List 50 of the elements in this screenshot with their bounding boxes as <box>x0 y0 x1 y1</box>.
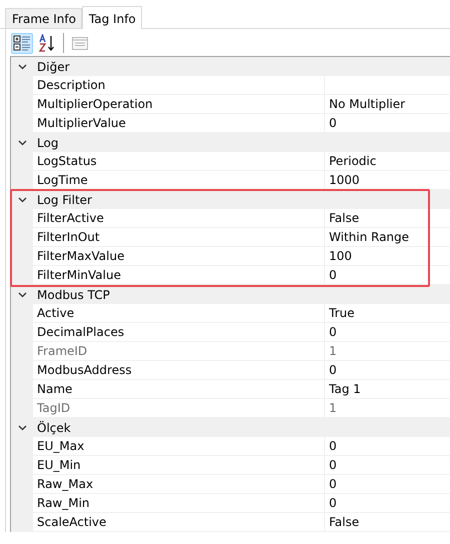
property-value[interactable]: 0 <box>325 114 450 133</box>
category-title: Ölçek <box>36 420 71 434</box>
property-value[interactable]: False <box>325 209 450 228</box>
property-value[interactable]: 0 <box>325 323 450 342</box>
property-value[interactable]: 0 <box>325 475 450 494</box>
property-name[interactable]: LogStatus <box>33 152 325 171</box>
property-name[interactable]: EU_Min <box>33 456 325 475</box>
categorized-view-button[interactable] <box>11 32 33 54</box>
property-name[interactable]: FilterActive <box>33 209 325 228</box>
property-name[interactable]: FilterInOut <box>33 228 325 247</box>
property-value: 1 <box>325 399 450 418</box>
collapse-chevron-icon[interactable] <box>18 196 26 202</box>
property-value[interactable]: 100 <box>325 247 450 266</box>
property-name[interactable]: DecimalPlaces <box>33 323 325 342</box>
property-value[interactable]: Periodic <box>325 152 450 171</box>
property-value[interactable]: 0 <box>325 361 450 380</box>
property-name[interactable]: FilterMaxValue <box>33 247 325 266</box>
property-name[interactable]: ScaleActive <box>33 513 325 532</box>
property-value[interactable]: 0 <box>325 494 450 513</box>
property-name[interactable]: Active <box>33 304 325 323</box>
collapse-chevron-icon[interactable] <box>18 292 26 298</box>
category-title: Diğer <box>36 60 70 74</box>
tab[interactable]: Frame Info <box>5 8 82 28</box>
property-name[interactable]: Description <box>33 76 325 95</box>
tab[interactable]: Tag Info <box>82 6 142 29</box>
property-name[interactable]: LogTime <box>33 171 325 190</box>
property-name[interactable]: MultiplierOperation <box>33 95 325 114</box>
property-value[interactable]: Tag 1 <box>325 380 450 399</box>
property-value[interactable]: No Multiplier <box>325 95 450 114</box>
property-name[interactable]: EU_Max <box>33 437 325 456</box>
property-value[interactable]: 0 <box>325 456 450 475</box>
collapse-chevron-icon[interactable] <box>18 64 26 70</box>
property-name[interactable]: FilterMinValue <box>33 266 325 285</box>
collapse-chevron-icon[interactable] <box>18 424 26 430</box>
property-name[interactable]: Name <box>33 380 325 399</box>
property-name[interactable]: MultiplierValue <box>33 114 325 133</box>
property-value[interactable]: 0 <box>325 266 450 285</box>
property-value[interactable]: True <box>325 304 450 323</box>
property-value[interactable]: Within Range <box>325 228 450 247</box>
property-value: 1 <box>325 342 450 361</box>
category-title: Log <box>36 136 58 150</box>
property-name[interactable]: Raw_Min <box>33 494 325 513</box>
category-title: Log Filter <box>36 192 92 206</box>
property-value[interactable]: 0 <box>325 437 450 456</box>
property-value[interactable]: 1000 <box>325 171 450 190</box>
property-value[interactable]: False <box>325 513 450 532</box>
property-name[interactable]: ModbusAddress <box>33 361 325 380</box>
property-name[interactable]: Raw_Max <box>33 475 325 494</box>
category-title: Modbus TCP <box>36 288 110 302</box>
collapse-chevron-icon[interactable] <box>18 140 26 146</box>
